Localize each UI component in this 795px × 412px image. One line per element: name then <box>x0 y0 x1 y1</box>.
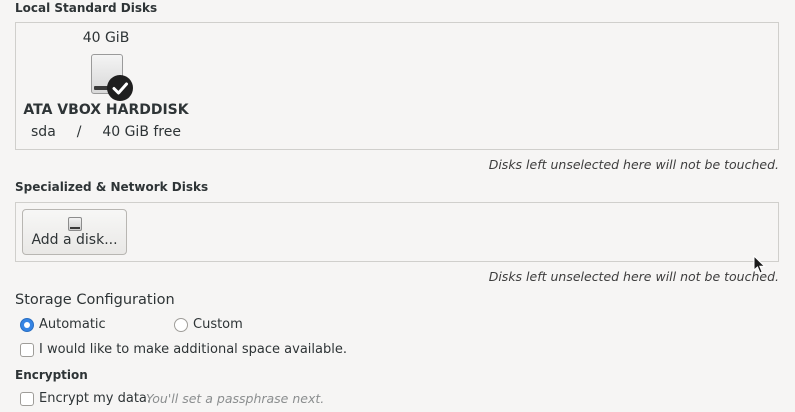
disk-name: ATA VBOX HARDDISK <box>23 102 189 118</box>
additional-space-checkbox[interactable] <box>20 343 34 357</box>
encryption-title: Encryption <box>15 368 88 382</box>
add-disk-label: Add a disk... <box>31 232 118 248</box>
radio-custom[interactable] <box>174 318 188 332</box>
network-disks-note: Disks left unselected here will not be t… <box>488 269 779 284</box>
radio-automatic-label[interactable]: Automatic <box>39 317 106 332</box>
disk-separator: / <box>76 124 82 140</box>
encrypt-hint: You'll set a passphrase next. <box>146 391 325 406</box>
network-disks-title: Specialized & Network Disks <box>15 180 209 194</box>
disk-device: sda <box>31 124 56 140</box>
network-disks-panel <box>15 202 779 262</box>
disk-info: sda / 40 GiB free <box>21 124 191 140</box>
harddisk-small-icon <box>68 217 82 231</box>
local-disks-title: Local Standard Disks <box>15 1 158 15</box>
local-disks-note: Disks left unselected here will not be t… <box>488 157 779 172</box>
encrypt-checkbox[interactable] <box>20 392 34 406</box>
add-disk-button[interactable]: Add a disk... <box>22 209 127 255</box>
disk-free: 40 GiB free <box>102 124 181 140</box>
additional-space-label[interactable]: I would like to make additional space av… <box>39 342 347 357</box>
checkmark-icon <box>107 75 133 101</box>
storage-config-title: Storage Configuration <box>15 292 175 308</box>
encrypt-label[interactable]: Encrypt my data. <box>39 391 151 406</box>
radio-custom-label[interactable]: Custom <box>193 317 243 332</box>
disk-size: 40 GiB <box>82 30 130 46</box>
radio-automatic[interactable] <box>20 318 34 332</box>
